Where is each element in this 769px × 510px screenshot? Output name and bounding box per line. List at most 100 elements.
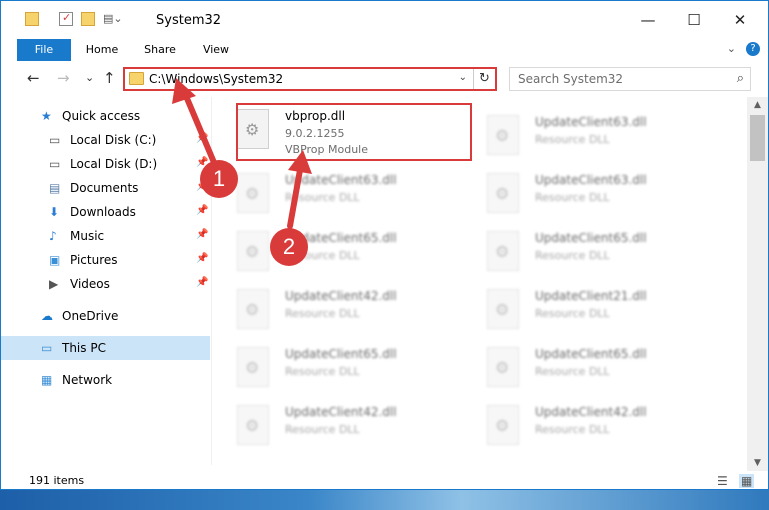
file-tile[interactable]: UpdateClient65.dllResource DLL: [463, 339, 693, 397]
ribbon-tabs: File Home Share View ⌄ ?: [1, 39, 768, 61]
recent-locations-button[interactable]: ⌄: [85, 71, 94, 84]
expand-ribbon-icon[interactable]: ⌄: [727, 42, 736, 56]
file-name: UpdateClient21.dll: [535, 289, 647, 303]
annotation-step-2: 2: [270, 228, 308, 266]
nav-item-local-disk-d[interactable]: ▭ Local Disk (D:) 📌: [1, 152, 210, 176]
vertical-scrollbar[interactable]: ▲ ▼: [747, 97, 768, 471]
downloads-icon: ⬇: [49, 205, 60, 219]
file-name: UpdateClient65.dll: [285, 347, 397, 361]
nav-item-pictures[interactable]: ▣ Pictures 📌: [1, 248, 210, 272]
file-tile[interactable]: UpdateClient42.dll Resource DLL: [213, 397, 443, 455]
search-input[interactable]: Search System32 ⌕: [509, 67, 751, 91]
documents-icon: ▤: [49, 181, 61, 195]
file-tile[interactable]: UpdateClient21.dll Resource DLL: [463, 281, 693, 339]
tab-home[interactable]: Home: [79, 39, 125, 61]
dll-file-icon: [487, 173, 519, 213]
nav-item-label: This PC: [62, 341, 106, 355]
pin-icon[interactable]: 📌: [196, 277, 208, 288]
title-bar: ✓ ▤⌄ System32 — ☐ ✕: [1, 1, 768, 39]
file-tile[interactable]: UpdateClient63.dll Resource DLL: [463, 107, 693, 165]
nav-item-label: Music: [70, 229, 105, 243]
file-detail: Resource DLL: [535, 307, 610, 320]
file-name: UpdateClient63.dll: [535, 173, 647, 187]
nav-item-label: Pictures: [70, 253, 118, 267]
file-name: UpdateClient63.dll: [285, 173, 397, 187]
file-tile[interactable]: UpdateClient42.dll Resource DLL: [463, 397, 693, 455]
file-explorer-window: ✓ ▤⌄ System32 — ☐ ✕ File Home Share View…: [0, 0, 769, 490]
file-name: UpdateClient65.dll: [535, 231, 647, 245]
file-tile[interactable]: UpdateClient63.dll Resource DLL: [463, 165, 693, 223]
nav-item-network[interactable]: ▦ Network: [1, 368, 210, 392]
search-icon[interactable]: ⌕: [737, 71, 744, 86]
customize-toolbar-icon[interactable]: ▤⌄: [103, 12, 127, 26]
highlight-box-file: [236, 103, 472, 161]
folder-icon[interactable]: [25, 12, 39, 26]
scroll-up-arrow[interactable]: ▲: [747, 97, 768, 113]
file-name: UpdateClient42.dll: [535, 405, 647, 419]
nav-item-label: Local Disk (D:): [70, 157, 158, 171]
help-icon[interactable]: ?: [746, 42, 760, 56]
details-view-icon[interactable]: ☰: [717, 474, 728, 488]
file-tile[interactable]: UpdateClient65.dllResource DLL: [213, 339, 443, 397]
pin-icon[interactable]: 📌: [196, 229, 208, 240]
dll-file-icon: [487, 405, 519, 445]
file-detail: Resource DLL: [535, 191, 610, 204]
nav-item-label: Videos: [70, 277, 110, 291]
drive-icon: ▭: [49, 157, 61, 171]
dll-file-icon: [237, 347, 269, 387]
tiles-view-icon[interactable]: ▦: [739, 474, 755, 488]
file-tile[interactable]: UpdateClient63.dll Resource DLL: [213, 165, 443, 223]
nav-item-documents[interactable]: ▤Documents📌: [1, 176, 210, 200]
dll-file-icon: [237, 173, 269, 213]
nav-item-local-disk-c[interactable]: ▭ Local Disk (C:) 📌: [1, 128, 210, 152]
pin-icon[interactable]: 📌: [196, 253, 208, 264]
dll-file-icon: [487, 231, 519, 271]
videos-icon: ▶: [49, 277, 59, 291]
file-name: UpdateClient65.dll: [535, 347, 647, 361]
tab-file[interactable]: File: [17, 39, 71, 61]
search-placeholder: Search System32: [518, 72, 624, 86]
new-folder-icon[interactable]: [81, 12, 95, 26]
properties-icon[interactable]: ✓: [59, 11, 73, 26]
up-button[interactable]: ↑: [103, 69, 116, 87]
chevron-down-icon[interactable]: ⌄: [459, 72, 467, 83]
scroll-down-arrow[interactable]: ▼: [747, 455, 768, 471]
file-tile[interactable]: UpdateClient65.dllResource DLL: [463, 223, 693, 281]
file-name: UpdateClient63.dll: [535, 115, 647, 129]
minimize-button[interactable]: —: [625, 1, 671, 39]
pictures-icon: ▣: [49, 253, 61, 267]
nav-item-music[interactable]: ♪ Music 📌: [1, 224, 210, 248]
forward-button[interactable]: →: [57, 69, 70, 87]
close-button[interactable]: ✕: [717, 1, 763, 39]
nav-item-downloads[interactable]: ⬇ Downloads 📌: [1, 200, 210, 224]
address-path[interactable]: C:\Windows\System32: [149, 72, 283, 86]
tab-share[interactable]: Share: [137, 39, 183, 61]
tab-view[interactable]: View: [195, 39, 237, 61]
nav-item-label: OneDrive: [62, 309, 119, 323]
file-tile[interactable]: UpdateClient65.dllResource DLL: [213, 223, 443, 281]
dll-file-icon: [487, 289, 519, 329]
pin-icon[interactable]: 📌: [196, 133, 208, 144]
file-tile[interactable]: UpdateClient42.dll Resource DLL: [213, 281, 443, 339]
nav-item-quick-access[interactable]: ★ Quick access: [1, 104, 210, 128]
refresh-button[interactable]: ↻: [473, 69, 495, 89]
window-title: System32: [156, 13, 222, 28]
maximize-button[interactable]: ☐: [671, 1, 717, 39]
nav-item-label: Quick access: [62, 109, 141, 123]
file-detail: Resource DLL: [535, 133, 610, 146]
nav-item-label: Documents: [70, 181, 139, 195]
folder-icon: [129, 72, 144, 85]
desktop-background: [0, 490, 769, 510]
dll-file-icon: [237, 231, 269, 271]
address-bar[interactable]: C:\Windows\System32 ⌄ ↻: [123, 67, 497, 91]
item-count: 191 items: [29, 474, 85, 487]
nav-item-videos[interactable]: ▶ Videos 📌: [1, 272, 210, 296]
pin-icon[interactable]: 📌: [196, 205, 208, 216]
nav-item-this-pc[interactable]: ▭ This PC: [1, 336, 210, 360]
file-name: UpdateClient42.dll: [285, 405, 397, 419]
back-button[interactable]: ←: [27, 69, 40, 87]
nav-item-onedrive[interactable]: ☁ OneDrive: [1, 304, 210, 328]
scroll-thumb[interactable]: [750, 115, 765, 161]
dll-file-icon: [487, 347, 519, 387]
file-detail: Resource DLL: [285, 191, 360, 204]
